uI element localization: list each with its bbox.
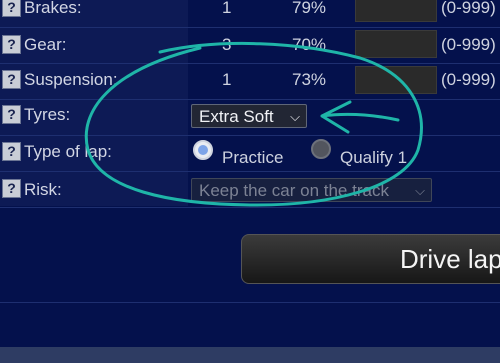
setup-row-suspension: ? Suspension: 1 73% (0-999)	[0, 63, 500, 100]
risk-value: Keep the car on the track	[199, 181, 389, 200]
row-range: (0-999)	[441, 35, 496, 54]
setup-row-tyres: ? Tyres: Extra Soft ⌵	[0, 99, 500, 136]
risk-dropdown[interactable]: Keep the car on the track ⌵	[191, 178, 432, 202]
qualify-label: Qualify 1	[340, 148, 408, 167]
row-label: Gear:	[24, 35, 67, 54]
chevron-down-icon: ⌵	[290, 109, 300, 124]
divider	[0, 302, 500, 303]
row-label: Risk:	[24, 180, 62, 199]
drive-lap-label: Drive lap	[400, 244, 500, 274]
help-icon[interactable]: ?	[2, 0, 21, 17]
help-icon[interactable]: ?	[2, 179, 21, 198]
row-range: (0-999)	[441, 0, 496, 17]
value-input[interactable]	[355, 30, 437, 58]
setup-row-gear: ? Gear: 3 70% (0-999)	[0, 27, 500, 64]
tyres-dropdown[interactable]: Extra Soft ⌵	[191, 104, 307, 128]
row-percent: 73%	[292, 70, 327, 89]
setup-row-brakes: ? Brakes: 1 79% (0-999)	[0, 0, 500, 28]
chevron-down-icon: ⌵	[415, 183, 425, 198]
row-label: Brakes:	[24, 0, 82, 17]
setup-row-lap-type: ? Type of lap: Practice Qualify 1	[0, 135, 500, 172]
row-value: 1	[222, 0, 232, 17]
help-icon[interactable]: ?	[2, 142, 21, 161]
help-icon[interactable]: ?	[2, 35, 21, 54]
row-label: Suspension:	[24, 70, 118, 89]
row-value: 1	[222, 70, 232, 89]
help-icon[interactable]: ?	[2, 105, 21, 124]
setup-row-risk: ? Risk: Keep the car on the track ⌵	[0, 171, 500, 208]
bottom-bar	[0, 347, 500, 363]
help-icon[interactable]: ?	[2, 70, 21, 89]
row-percent: 79%	[292, 0, 327, 17]
row-label: Tyres:	[24, 105, 71, 124]
value-input[interactable]	[355, 0, 437, 22]
row-range: (0-999)	[441, 70, 496, 89]
tyres-value: Extra Soft	[199, 107, 274, 126]
row-percent: 70%	[292, 35, 327, 54]
practice-label: Practice	[222, 148, 284, 167]
value-input[interactable]	[355, 66, 437, 94]
drive-lap-button[interactable]: Drive lap	[241, 234, 500, 284]
practice-radio[interactable]	[193, 140, 213, 160]
row-value: 3	[222, 35, 232, 54]
qualify-radio[interactable]	[311, 139, 331, 159]
row-label: Type of lap:	[24, 142, 112, 161]
